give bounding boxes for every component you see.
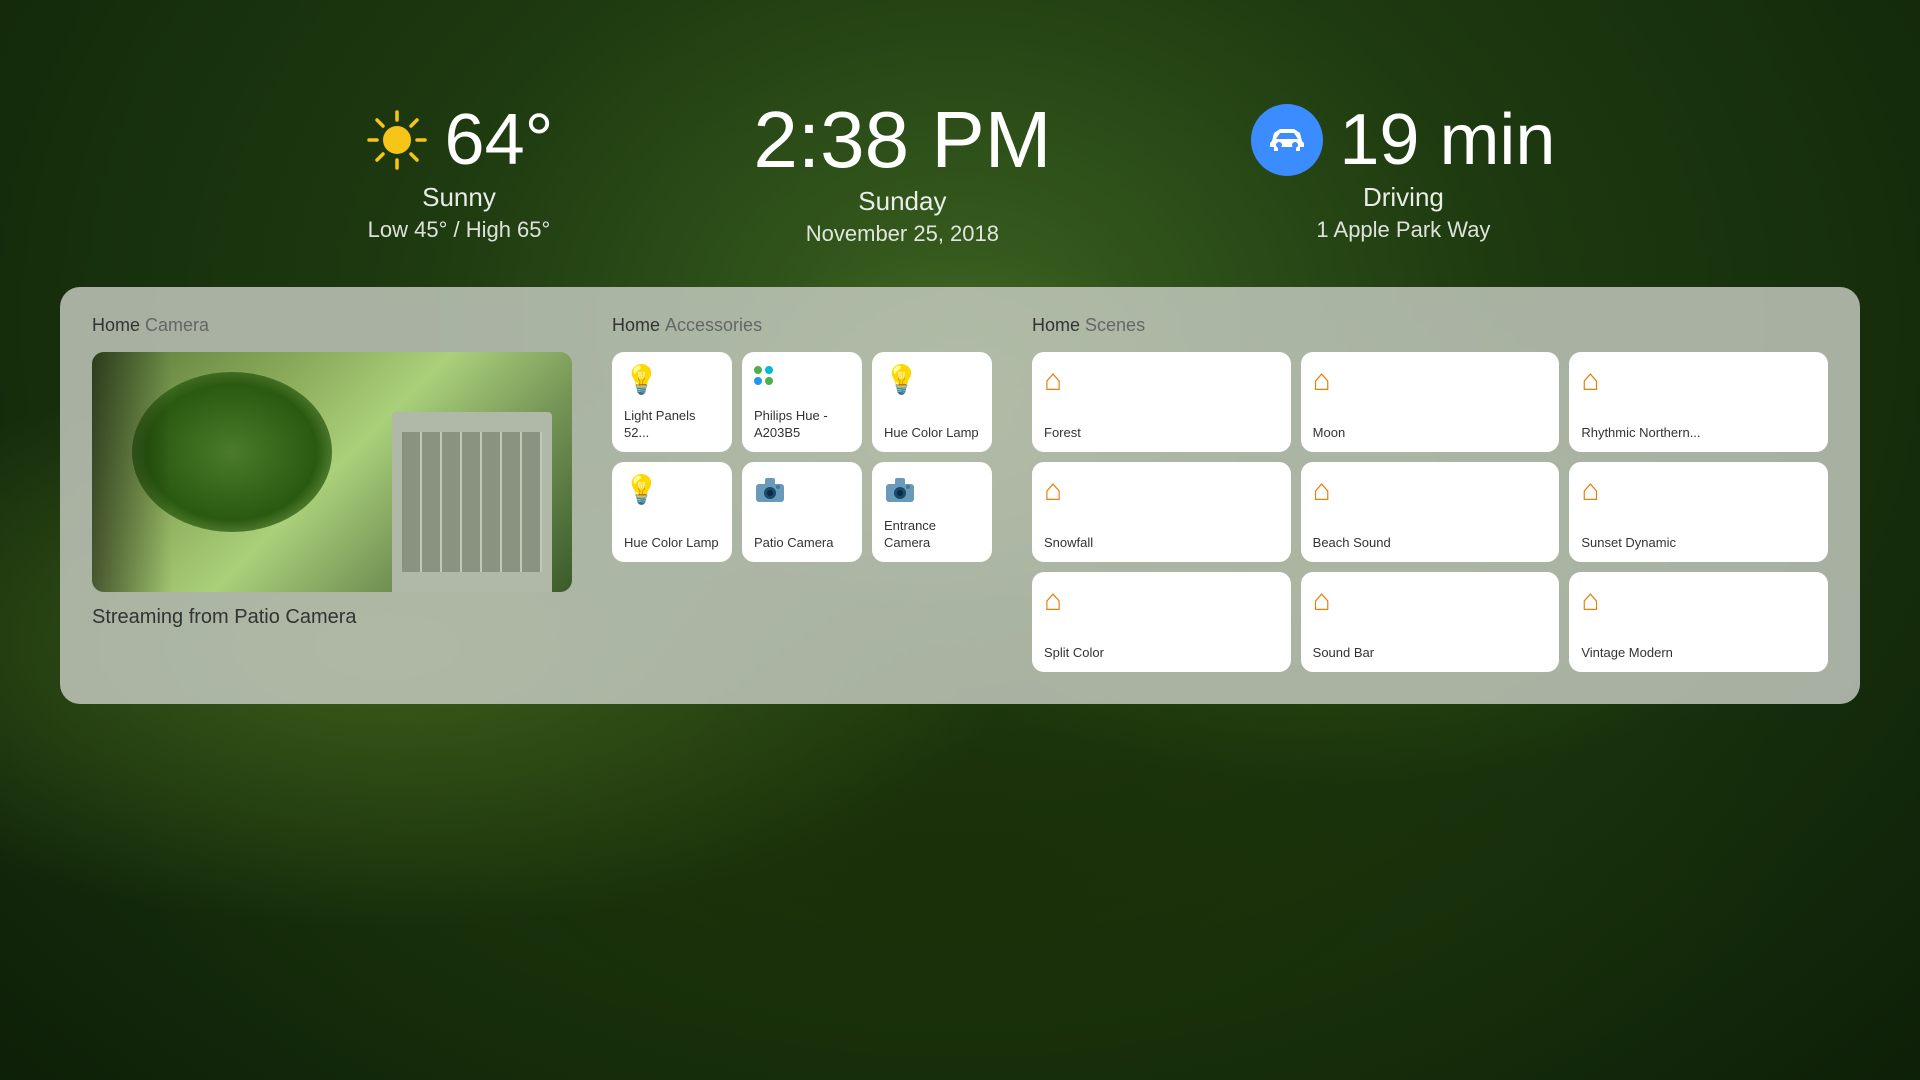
scene-name-split-color: Split Color	[1044, 645, 1279, 662]
acc-name-patio-camera: Patio Camera	[754, 535, 850, 552]
house-icon: ⌂	[1581, 476, 1816, 506]
car-icon	[1251, 104, 1323, 176]
camera-section: Home Camera Streaming from Patio Camera	[92, 315, 572, 672]
scene-name-sound-bar: Sound Bar	[1313, 645, 1548, 662]
scene-name-forest: Forest	[1044, 425, 1279, 442]
eta: 19 min	[1339, 104, 1555, 176]
house-icon: ⌂	[1044, 366, 1279, 396]
maps-mode: Driving	[1363, 182, 1444, 213]
accessories-section-title: Home Accessories	[612, 315, 992, 336]
camera-label: Streaming from Patio Camera	[92, 606, 572, 629]
scene-snowfall[interactable]: ⌂ Snowfall	[1032, 462, 1291, 562]
accessory-patio-camera[interactable]: Patio Camera	[742, 462, 862, 562]
accessory-entrance-camera[interactable]: Entrance Camera	[872, 462, 992, 562]
scene-name-sunset: Sunset Dynamic	[1581, 535, 1816, 552]
scene-name-moon: Moon	[1313, 425, 1548, 442]
camera-section-title: Home Camera	[92, 315, 572, 336]
maps-widget: 19 min Driving 1 Apple Park Way	[1251, 104, 1555, 243]
acc-name-hue-color-1: Hue Color Lamp	[884, 425, 980, 442]
house-icon: ⌂	[1044, 586, 1279, 616]
lightbulb-icon: 💡	[624, 366, 720, 394]
date-day: Sunday	[858, 186, 946, 217]
accessory-hue-color-lamp-2[interactable]: 💡 Hue Color Lamp	[612, 462, 732, 562]
scenes-grid: ⌂ Forest ⌂ Moon ⌂ Rhythmic Northern... ⌂…	[1032, 352, 1828, 672]
sun-icon	[365, 108, 429, 172]
acc-name-light-panels: Light Panels 52...	[624, 408, 720, 442]
acc-name-hue-color-2: Hue Color Lamp	[624, 535, 720, 552]
camera-icon-patio	[754, 476, 850, 509]
temperature: 64°	[445, 104, 554, 176]
scene-vintage-modern[interactable]: ⌂ Vintage Modern	[1569, 572, 1828, 672]
scene-rhythmic-northern[interactable]: ⌂ Rhythmic Northern...	[1569, 352, 1828, 452]
time-display: 2:38 PM	[753, 100, 1051, 180]
hue-icon	[754, 366, 850, 385]
acc-name-entrance-camera: Entrance Camera	[884, 518, 980, 552]
accessory-light-panels[interactable]: 💡 Light Panels 52...	[612, 352, 732, 452]
scene-sound-bar[interactable]: ⌂ Sound Bar	[1301, 572, 1560, 672]
home-panel: Home Camera Streaming from Patio Camera …	[60, 287, 1860, 704]
house-icon: ⌂	[1313, 586, 1548, 616]
house-icon: ⌂	[1044, 476, 1279, 506]
camera-view[interactable]	[92, 352, 572, 592]
maps-destination: 1 Apple Park Way	[1316, 217, 1490, 243]
accessory-hue-color-lamp-1[interactable]: 💡 Hue Color Lamp	[872, 352, 992, 452]
scene-name-snowfall: Snowfall	[1044, 535, 1279, 552]
scenes-section-title: Home Scenes	[1032, 315, 1828, 336]
date-full: November 25, 2018	[806, 221, 999, 247]
scenes-section: Home Scenes ⌂ Forest ⌂ Moon ⌂ Rhythmic N…	[1032, 315, 1828, 672]
scene-split-color[interactable]: ⌂ Split Color	[1032, 572, 1291, 672]
scene-beach-sound[interactable]: ⌂ Beach Sound	[1301, 462, 1560, 562]
scene-forest[interactable]: ⌂ Forest	[1032, 352, 1291, 452]
weather-widget: 64° Sunny Low 45° / High 65°	[365, 104, 554, 243]
house-icon: ⌂	[1581, 366, 1816, 396]
accessory-philips-hue[interactable]: Philips Hue - A203B5	[742, 352, 862, 452]
accessories-grid: 💡 Light Panels 52... Philips Hue - A203B…	[612, 352, 992, 562]
scene-name-beach: Beach Sound	[1313, 535, 1548, 552]
scene-sunset-dynamic[interactable]: ⌂ Sunset Dynamic	[1569, 462, 1828, 562]
house-icon: ⌂	[1313, 366, 1548, 396]
scene-name-rhythmic: Rhythmic Northern...	[1581, 425, 1816, 442]
top-widgets: 64° Sunny Low 45° / High 65° 2:38 PM Sun…	[0, 0, 1920, 247]
scene-moon[interactable]: ⌂ Moon	[1301, 352, 1560, 452]
weather-condition: Sunny	[422, 182, 496, 213]
lightbulb-icon-2: 💡	[884, 366, 980, 394]
scene-name-vintage: Vintage Modern	[1581, 645, 1816, 662]
house-icon: ⌂	[1313, 476, 1548, 506]
time-widget: 2:38 PM Sunday November 25, 2018	[753, 100, 1051, 247]
accessories-section: Home Accessories 💡 Light Panels 52...	[612, 315, 992, 672]
weather-range: Low 45° / High 65°	[368, 217, 551, 243]
house-icon: ⌂	[1581, 586, 1816, 616]
lightbulb-icon-3: 💡	[624, 476, 720, 504]
camera-icon-entrance	[884, 476, 980, 509]
acc-name-philips-hue: Philips Hue - A203B5	[754, 408, 850, 442]
